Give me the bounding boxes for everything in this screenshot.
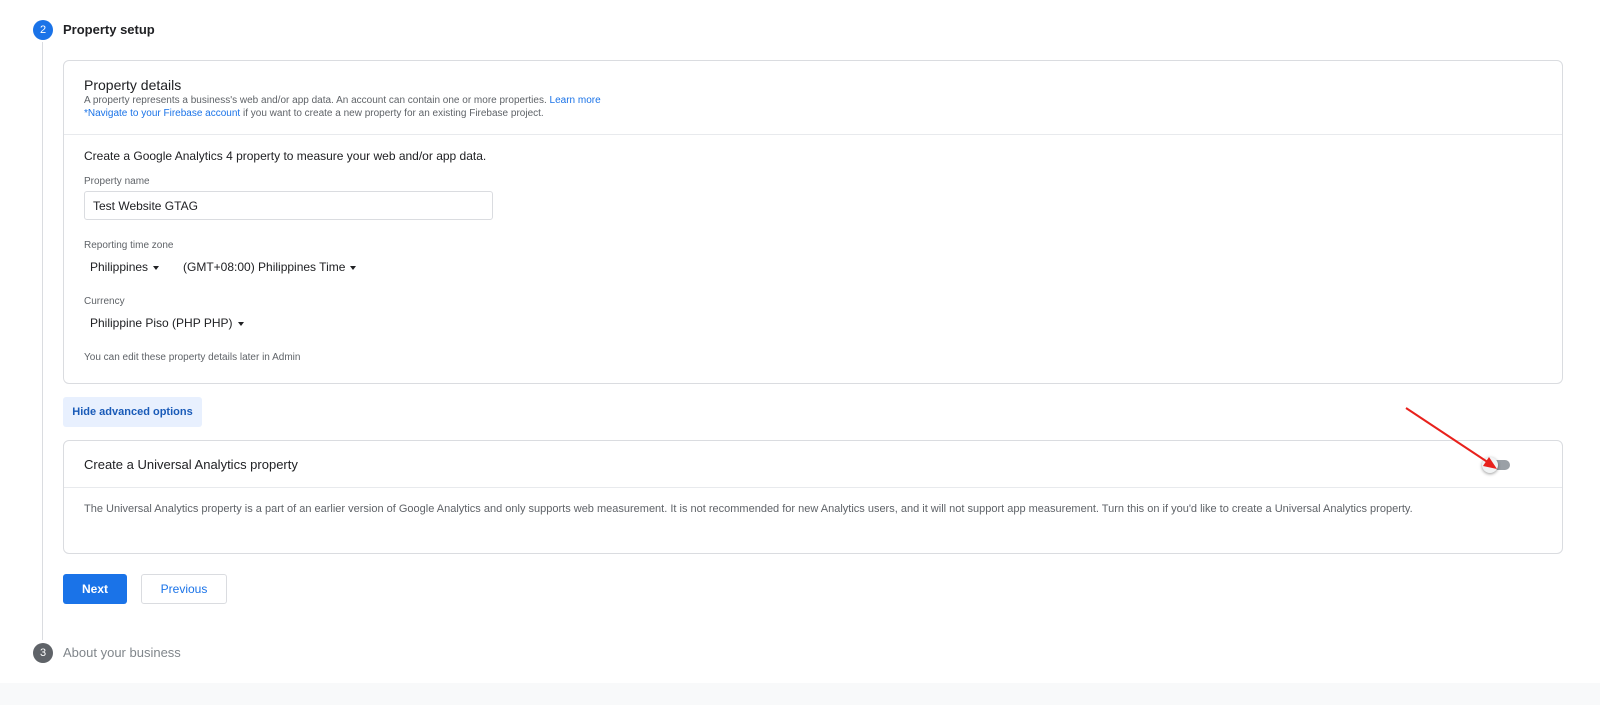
property-details-title: Property details [84,77,182,93]
caret-down-icon [350,265,357,270]
step-title-property-setup: Property setup [63,22,155,37]
currency-dropdown[interactable]: Philippine Piso (PHP PHP) [90,316,244,330]
page-footer-strip [0,683,1600,705]
step-title-about-business: About your business [63,645,181,660]
firebase-note-text: if you want to create a new property for… [240,108,544,119]
universal-analytics-description: The Universal Analytics property is a pa… [84,503,1413,515]
caret-down-icon [237,321,244,326]
property-name-label: Property name [84,176,150,187]
currency-value: Philippine Piso (PHP PHP) [90,316,233,330]
learn-more-link[interactable]: Learn more [550,95,601,106]
currency-label: Currency [84,296,125,307]
property-details-header: Property details A property represents a… [64,61,1562,135]
universal-analytics-card: Create a Universal Analytics property Th… [63,440,1563,554]
firebase-note: *Navigate to your Firebase account if yo… [84,108,544,119]
toggle-thumb [1482,457,1498,473]
property-details-description: A property represents a business's web a… [84,95,601,106]
property-name-input[interactable]: Test Website GTAG [84,191,493,220]
step-number-badge-next: 3 [33,643,53,663]
country-value: Philippines [90,260,149,274]
universal-analytics-header: Create a Universal Analytics property [64,441,1562,488]
hide-advanced-options-button[interactable]: Hide advanced options [63,397,202,427]
stepper-line [42,42,43,640]
caret-down-icon [153,265,160,270]
ga4-intro-text: Create a Google Analytics 4 property to … [84,149,487,163]
step-number-badge: 2 [33,20,53,40]
property-details-card: Property details A property represents a… [63,60,1563,384]
universal-analytics-title: Create a Universal Analytics property [84,457,298,472]
previous-button[interactable]: Previous [141,574,227,604]
country-dropdown[interactable]: Philippines [90,260,160,274]
next-button[interactable]: Next [63,574,127,604]
firebase-account-link[interactable]: *Navigate to your Firebase account [84,108,240,119]
timezone-label: Reporting time zone [84,240,174,251]
timezone-dropdown[interactable]: (GMT+08:00) Philippines Time [183,260,357,274]
universal-analytics-toggle[interactable] [1482,457,1512,473]
property-description-text: A property represents a business's web a… [84,95,547,106]
timezone-value: (GMT+08:00) Philippines Time [183,260,346,274]
edit-later-note: You can edit these property details late… [84,352,301,363]
